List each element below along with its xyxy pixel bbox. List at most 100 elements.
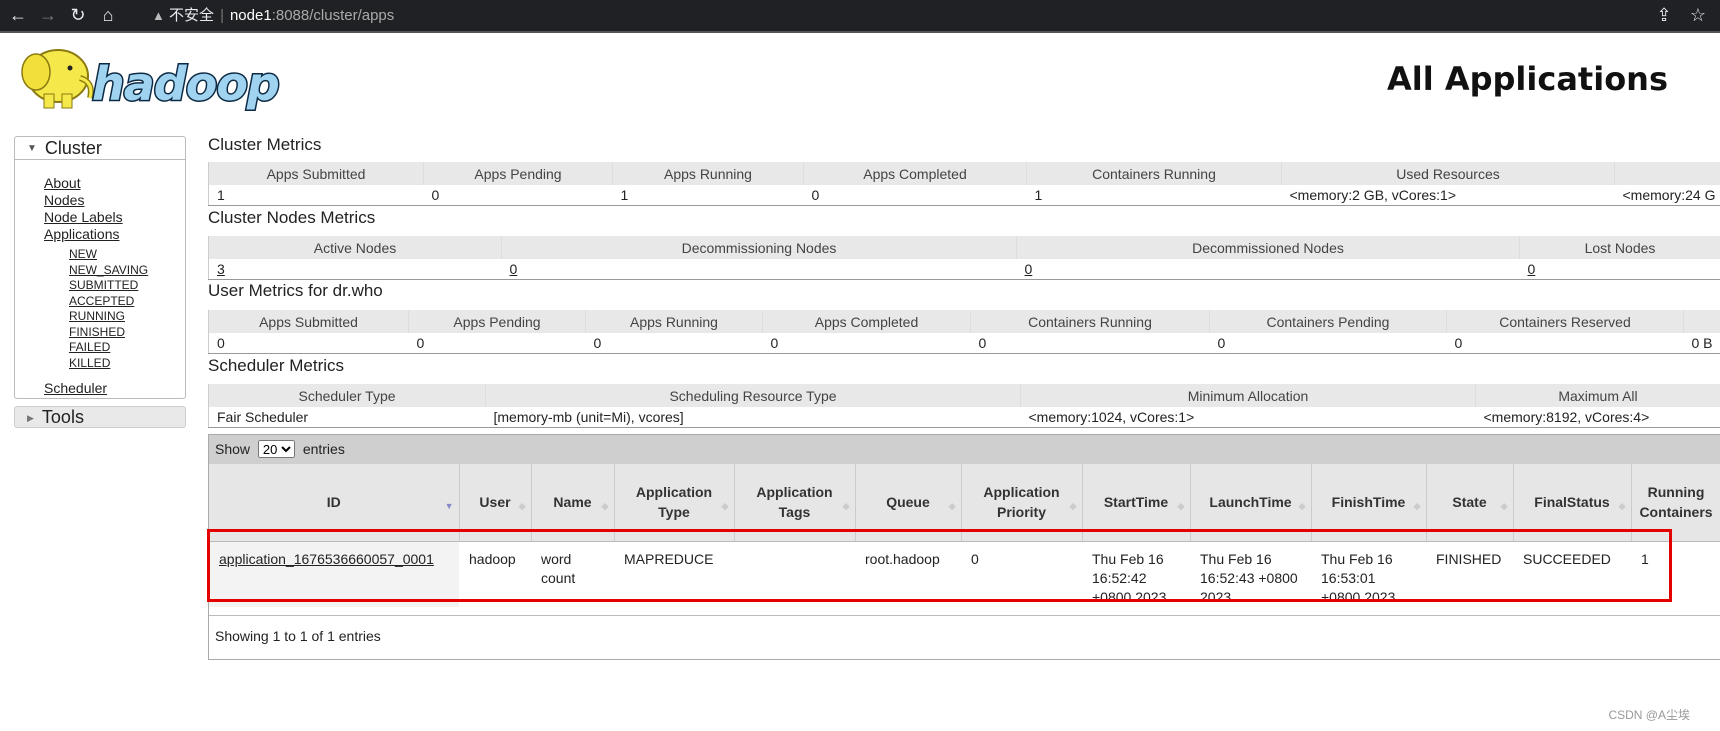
header-label: State <box>1452 494 1487 511</box>
cluster-nodes-metrics-title: Cluster Nodes Metrics <box>208 208 376 227</box>
metric-value-apps-submitted: 1 <box>208 185 424 206</box>
page-size-select[interactable]: 20 <box>257 440 295 458</box>
header-label: StartTime <box>1103 494 1169 511</box>
metric-link[interactable]: 3 <box>217 261 225 277</box>
column-header-maximum-all: Maximum All <box>1475 384 1720 407</box>
triangle-right-icon: ▶ <box>27 413 34 423</box>
metric-value-minimum-allocation: <memory:1024, vCores:1> <box>1020 407 1476 428</box>
column-header-apps-pending: Apps Pending <box>423 162 613 185</box>
sidebar-link-about[interactable]: About <box>44 175 81 191</box>
bookmark-star-icon[interactable]: ☆ <box>1686 5 1710 26</box>
metric-value-decommissioning-nodes: 0 <box>501 259 1017 280</box>
sidebar-state-submitted[interactable]: SUBMITTED <box>69 278 138 292</box>
metric-value-blank: <memory:24 G <box>1614 185 1720 206</box>
sidebar-link-scheduler[interactable]: Scheduler <box>44 380 107 396</box>
metric-value-apps-completed: 0 <box>762 333 971 354</box>
sidebar-link-nodes[interactable]: Nodes <box>44 192 84 208</box>
sort-icon[interactable]: ◆ <box>519 496 526 516</box>
header-label: User <box>479 494 511 511</box>
sort-icon[interactable]: ◆ <box>843 496 850 516</box>
sidebar-link-applications[interactable]: Applications <box>44 226 120 242</box>
sort-icon[interactable]: ◆ <box>1299 496 1306 516</box>
page-title: All Applications <box>1387 60 1668 98</box>
sidebar-state-running[interactable]: RUNNING <box>69 309 125 323</box>
column-header-used-resources: Used Resources <box>1281 162 1615 185</box>
column-header-lost-nodes: Lost Nodes <box>1519 236 1720 259</box>
user-metrics-table: Apps Submitted Apps Pending Apps Running Ap… <box>208 310 1720 354</box>
share-icon[interactable]: ⇪ <box>1652 5 1676 26</box>
metric-value-apps-completed: 0 <box>803 185 1027 206</box>
sidebar-state-killed[interactable]: KILLED <box>69 356 110 370</box>
column-header-minimum-allocation: Minimum Allocation <box>1020 384 1476 407</box>
header-label: FinalStatus <box>1534 494 1610 511</box>
sidebar-tools-toggle[interactable]: ▶ Tools <box>14 406 186 428</box>
cluster-nodes-metrics-table: Active Nodes Decommissioning Nodes Decommi… <box>208 236 1720 280</box>
column-header-apps-submitted: Apps Submitted <box>208 162 424 185</box>
sort-icon[interactable]: ◆ <box>602 496 609 516</box>
header-label: ID <box>326 494 341 511</box>
sort-icon[interactable]: ◆ <box>1414 496 1421 516</box>
sidebar-state-finished[interactable]: FINISHED <box>69 325 125 339</box>
highlight-box <box>207 529 1672 602</box>
header-label: Name <box>553 494 592 511</box>
sidebar: ▼ Cluster About Nodes Node Labels Applica… <box>14 136 186 428</box>
header-label: Queue <box>886 494 930 511</box>
metric-value-containers-pending: 0 <box>1209 333 1447 354</box>
metric-value-containers-running: 1 <box>1026 185 1282 206</box>
metric-value-containers-running: 0 <box>970 333 1210 354</box>
user-metrics-title: User Metrics for dr.who <box>208 281 383 300</box>
metric-value-scheduler-type: Fair Scheduler <box>208 407 486 428</box>
metric-value-apps-running: 0 <box>585 333 763 354</box>
metric-value-apps-submitted: 0 <box>208 333 409 354</box>
sidebar-state-accepted[interactable]: ACCEPTED <box>69 294 134 308</box>
back-icon[interactable]: ← <box>6 5 30 26</box>
hadoop-logo[interactable]: hadoop <box>14 42 314 114</box>
metric-link[interactable]: 0 <box>1528 261 1536 277</box>
url-host: node1 <box>229 7 272 24</box>
column-header-apps-completed: Apps Completed <box>762 310 971 333</box>
sidebar-state-new-saving[interactable]: NEW_SAVING <box>69 263 148 277</box>
metric-value-apps-pending: 0 <box>408 333 586 354</box>
column-header-apps-submitted: Apps Submitted <box>208 310 409 333</box>
sidebar-cluster-toggle[interactable]: ▼ Cluster <box>14 136 186 160</box>
sort-icon[interactable]: ◆ <box>1501 496 1508 516</box>
sidebar-link-node-labels[interactable]: Node Labels <box>44 209 123 225</box>
metric-value-used-resources: <memory:2 GB, vCores:1> <box>1281 185 1615 206</box>
sort-icon[interactable]: ◆ <box>722 496 729 516</box>
column-header-blank <box>1614 162 1720 185</box>
sort-icon[interactable]: ◆ <box>949 496 956 516</box>
metric-link[interactable]: 0 <box>510 261 518 277</box>
column-header-decommissioning-nodes: Decommissioning Nodes <box>501 236 1017 259</box>
column-header-containers-reserved: Containers Reserved <box>1446 310 1684 333</box>
scheduler-metrics-title: Scheduler Metrics <box>208 356 345 375</box>
column-header-scheduling-resource-type: Scheduling Resource Type <box>485 384 1021 407</box>
warning-icon: ▲ <box>152 8 165 23</box>
sidebar-state-new[interactable]: NEW <box>69 247 97 261</box>
header-label: Application Type <box>635 484 713 521</box>
reload-icon[interactable]: ↻ <box>66 5 90 26</box>
entries-label: entries <box>302 441 345 457</box>
header-label: Application Priority <box>983 484 1060 521</box>
column-header-containers-pending: Containers Pending <box>1209 310 1447 333</box>
showing-entries-info: Showing 1 to 1 of 1 entries <box>215 628 381 644</box>
column-header-scheduler-type: Scheduler Type <box>208 384 486 407</box>
url-path: :8088/cluster/apps <box>271 7 395 24</box>
metric-value-containers-reserved: 0 <box>1446 333 1684 354</box>
home-icon[interactable]: ⌂ <box>96 5 120 26</box>
address-bar[interactable]: ▲ 不安全 | node1:8088/cluster/apps <box>140 3 1640 29</box>
sort-icon[interactable]: ◆ <box>1619 496 1626 516</box>
sidebar-state-failed[interactable]: FAILED <box>69 340 110 354</box>
forward-icon[interactable]: → <box>36 5 60 26</box>
column-header-apps-completed: Apps Completed <box>803 162 1027 185</box>
metric-link[interactable]: 0 <box>1025 261 1033 277</box>
browser-toolbar: ← → ↻ ⌂ ▲ 不安全 | node1:8088/cluster/apps ⇪ … <box>0 0 1720 33</box>
sort-icon[interactable]: ◆ <box>1178 496 1185 516</box>
tools-label: Tools <box>41 407 84 427</box>
logo-text: hadoop <box>92 57 279 111</box>
scheduler-metrics-table: Scheduler Type Scheduling Resource Type Mi… <box>208 384 1720 428</box>
sort-desc-icon[interactable]: ▼ <box>445 496 454 516</box>
watermark: CSDN @A尘埃 <box>1608 708 1690 722</box>
sort-icon[interactable]: ◆ <box>1070 496 1077 516</box>
header-label: Running Containers <box>1639 484 1713 521</box>
column-header-apps-running: Apps Running <box>585 310 763 333</box>
